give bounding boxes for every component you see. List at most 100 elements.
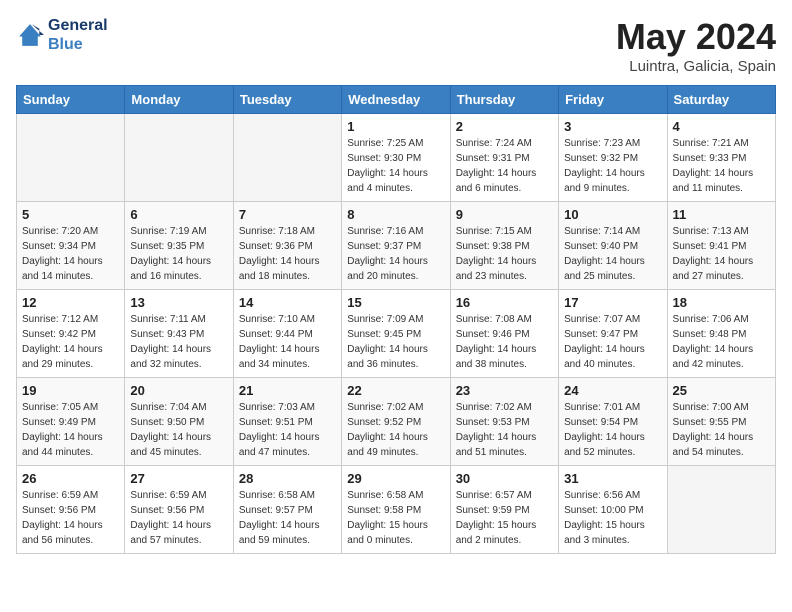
- day-number: 28: [239, 471, 336, 486]
- day-info: Sunrise: 6:58 AM Sunset: 9:57 PM Dayligh…: [239, 488, 336, 548]
- logo: General Blue: [16, 16, 108, 54]
- day-number: 1: [347, 119, 444, 134]
- calendar: SundayMondayTuesdayWednesdayThursdayFrid…: [16, 85, 776, 554]
- day-number: 23: [456, 383, 553, 398]
- day-number: 27: [130, 471, 227, 486]
- calendar-cell: 28 Sunrise: 6:58 AM Sunset: 9:57 PM Dayli…: [233, 466, 341, 554]
- calendar-cell: 5Sunrise: 7:20 AM Sunset: 9:34 PM Daylig…: [17, 202, 125, 290]
- day-number: 31: [564, 471, 661, 486]
- day-info: Sunrise: 7:14 AM Sunset: 9:40 PM Dayligh…: [564, 224, 661, 284]
- day-number: 2: [456, 119, 553, 134]
- week-row-2: 5Sunrise: 7:20 AM Sunset: 9:34 PM Daylig…: [17, 202, 776, 290]
- day-info: Sunrise: 7:12 AM Sunset: 9:42 PM Dayligh…: [22, 312, 119, 372]
- day-info: Sunrise: 7:02 AM Sunset: 9:53 PM Dayligh…: [456, 400, 553, 460]
- day-number: 7: [239, 207, 336, 222]
- day-info: Sunrise: 6:59 AM Sunset: 9:56 PM Dayligh…: [22, 488, 119, 548]
- weekday-header-friday: Friday: [559, 86, 667, 114]
- day-info: Sunrise: 7:00 AM Sunset: 9:55 PM Dayligh…: [673, 400, 770, 460]
- calendar-cell: 21Sunrise: 7:03 AM Sunset: 9:51 PM Dayli…: [233, 378, 341, 466]
- day-number: 9: [456, 207, 553, 222]
- week-row-3: 12 Sunrise: 7:12 AM Sunset: 9:42 PM Dayli…: [17, 290, 776, 378]
- day-number: 3: [564, 119, 661, 134]
- day-info: Sunrise: 7:23 AM Sunset: 9:32 PM Dayligh…: [564, 136, 661, 196]
- week-row-4: 19Sunrise: 7:05 AM Sunset: 9:49 PM Dayli…: [17, 378, 776, 466]
- day-number: 10: [564, 207, 661, 222]
- calendar-cell: [667, 466, 775, 554]
- weekday-header-thursday: Thursday: [450, 86, 558, 114]
- day-number: 14: [239, 295, 336, 310]
- day-number: 13: [130, 295, 227, 310]
- calendar-cell: 18 Sunrise: 7:06 AM Sunset: 9:48 PM Dayli…: [667, 290, 775, 378]
- day-info: Sunrise: 7:19 AM Sunset: 9:35 PM Dayligh…: [130, 224, 227, 284]
- calendar-cell: 31 Sunrise: 6:56 AM Sunset: 10:00 PM Dayl…: [559, 466, 667, 554]
- day-number: 21: [239, 383, 336, 398]
- calendar-cell: 9 Sunrise: 7:15 AM Sunset: 9:38 PM Daylig…: [450, 202, 558, 290]
- day-number: 25: [673, 383, 770, 398]
- location: Luintra, Galicia, Spain: [616, 58, 776, 75]
- calendar-cell: 2Sunrise: 7:24 AM Sunset: 9:31 PM Daylig…: [450, 114, 558, 202]
- page-header: General Blue May 2024 Luintra, Galicia, …: [16, 16, 776, 75]
- calendar-cell: 8 Sunrise: 7:16 AM Sunset: 9:37 PM Daylig…: [342, 202, 450, 290]
- day-number: 6: [130, 207, 227, 222]
- calendar-cell: 23 Sunrise: 7:02 AM Sunset: 9:53 PM Dayli…: [450, 378, 558, 466]
- week-row-1: 1Sunrise: 7:25 AM Sunset: 9:30 PM Daylig…: [17, 114, 776, 202]
- calendar-cell: 30 Sunrise: 6:57 AM Sunset: 9:59 PM Dayli…: [450, 466, 558, 554]
- day-info: Sunrise: 6:56 AM Sunset: 10:00 PM Daylig…: [564, 488, 661, 548]
- calendar-cell: 15 Sunrise: 7:09 AM Sunset: 9:45 PM Dayli…: [342, 290, 450, 378]
- day-info: Sunrise: 7:21 AM Sunset: 9:33 PM Dayligh…: [673, 136, 770, 196]
- day-info: Sunrise: 7:07 AM Sunset: 9:47 PM Dayligh…: [564, 312, 661, 372]
- day-info: Sunrise: 7:15 AM Sunset: 9:38 PM Dayligh…: [456, 224, 553, 284]
- calendar-cell: 22Sunrise: 7:02 AM Sunset: 9:52 PM Dayli…: [342, 378, 450, 466]
- weekday-header-tuesday: Tuesday: [233, 86, 341, 114]
- calendar-cell: 17 Sunrise: 7:07 AM Sunset: 9:47 PM Dayli…: [559, 290, 667, 378]
- calendar-cell: [17, 114, 125, 202]
- calendar-cell: 19Sunrise: 7:05 AM Sunset: 9:49 PM Dayli…: [17, 378, 125, 466]
- day-number: 18: [673, 295, 770, 310]
- day-number: 22: [347, 383, 444, 398]
- day-info: Sunrise: 7:18 AM Sunset: 9:36 PM Dayligh…: [239, 224, 336, 284]
- calendar-cell: 27 Sunrise: 6:59 AM Sunset: 9:56 PM Dayli…: [125, 466, 233, 554]
- logo-text: General Blue: [48, 16, 108, 54]
- calendar-cell: 14 Sunrise: 7:10 AM Sunset: 9:44 PM Dayli…: [233, 290, 341, 378]
- day-info: Sunrise: 7:05 AM Sunset: 9:49 PM Dayligh…: [22, 400, 119, 460]
- day-info: Sunrise: 7:10 AM Sunset: 9:44 PM Dayligh…: [239, 312, 336, 372]
- day-number: 26: [22, 471, 119, 486]
- day-info: Sunrise: 6:57 AM Sunset: 9:59 PM Dayligh…: [456, 488, 553, 548]
- calendar-cell: 24 Sunrise: 7:01 AM Sunset: 9:54 PM Dayli…: [559, 378, 667, 466]
- day-number: 24: [564, 383, 661, 398]
- calendar-cell: 25 Sunrise: 7:00 AM Sunset: 9:55 PM Dayli…: [667, 378, 775, 466]
- day-info: Sunrise: 6:58 AM Sunset: 9:58 PM Dayligh…: [347, 488, 444, 548]
- title-block: May 2024 Luintra, Galicia, Spain: [616, 16, 776, 75]
- day-number: 30: [456, 471, 553, 486]
- week-row-5: 26 Sunrise: 6:59 AM Sunset: 9:56 PM Dayli…: [17, 466, 776, 554]
- day-number: 29: [347, 471, 444, 486]
- weekday-header-row: SundayMondayTuesdayWednesdayThursdayFrid…: [17, 86, 776, 114]
- day-number: 12: [22, 295, 119, 310]
- day-info: Sunrise: 7:20 AM Sunset: 9:34 PM Dayligh…: [22, 224, 119, 284]
- day-number: 17: [564, 295, 661, 310]
- calendar-cell: 1Sunrise: 7:25 AM Sunset: 9:30 PM Daylig…: [342, 114, 450, 202]
- day-info: Sunrise: 7:06 AM Sunset: 9:48 PM Dayligh…: [673, 312, 770, 372]
- weekday-header-wednesday: Wednesday: [342, 86, 450, 114]
- calendar-cell: 29 Sunrise: 6:58 AM Sunset: 9:58 PM Dayli…: [342, 466, 450, 554]
- month-title: May 2024: [616, 16, 776, 58]
- day-number: 8: [347, 207, 444, 222]
- calendar-cell: 3 Sunrise: 7:23 AM Sunset: 9:32 PM Daylig…: [559, 114, 667, 202]
- day-info: Sunrise: 6:59 AM Sunset: 9:56 PM Dayligh…: [130, 488, 227, 548]
- day-number: 4: [673, 119, 770, 134]
- day-info: Sunrise: 7:01 AM Sunset: 9:54 PM Dayligh…: [564, 400, 661, 460]
- day-number: 20: [130, 383, 227, 398]
- calendar-cell: 12 Sunrise: 7:12 AM Sunset: 9:42 PM Dayli…: [17, 290, 125, 378]
- calendar-cell: 4 Sunrise: 7:21 AM Sunset: 9:33 PM Daylig…: [667, 114, 775, 202]
- calendar-cell: 11Sunrise: 7:13 AM Sunset: 9:41 PM Dayli…: [667, 202, 775, 290]
- day-info: Sunrise: 7:09 AM Sunset: 9:45 PM Dayligh…: [347, 312, 444, 372]
- day-number: 16: [456, 295, 553, 310]
- day-info: Sunrise: 7:04 AM Sunset: 9:50 PM Dayligh…: [130, 400, 227, 460]
- day-info: Sunrise: 7:16 AM Sunset: 9:37 PM Dayligh…: [347, 224, 444, 284]
- day-number: 15: [347, 295, 444, 310]
- calendar-cell: 13Sunrise: 7:11 AM Sunset: 9:43 PM Dayli…: [125, 290, 233, 378]
- calendar-cell: 20 Sunrise: 7:04 AM Sunset: 9:50 PM Dayli…: [125, 378, 233, 466]
- weekday-header-monday: Monday: [125, 86, 233, 114]
- day-info: Sunrise: 7:13 AM Sunset: 9:41 PM Dayligh…: [673, 224, 770, 284]
- logo-icon: [16, 21, 44, 49]
